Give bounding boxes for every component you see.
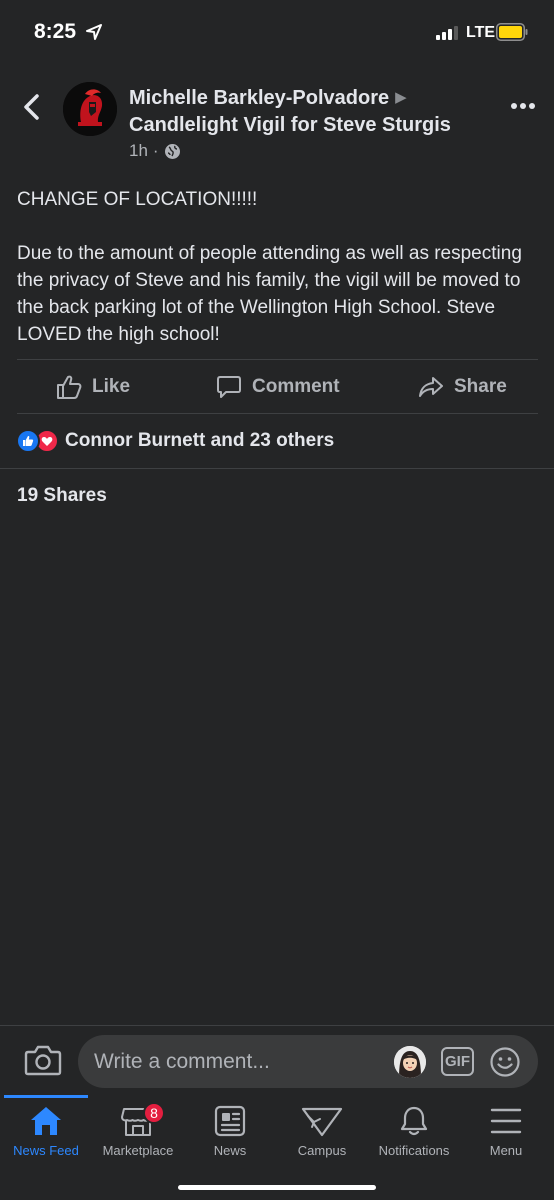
like-label: Like [92,376,131,397]
tab-label: News Feed [13,1143,79,1158]
comment-button[interactable]: Comment [216,362,340,412]
author-avatar[interactable] [63,82,117,136]
author-name[interactable]: Michelle Barkley-Polvadore [129,87,389,109]
post-text: CHANGE OF LOCATION!!!!! Due to the amoun… [17,186,542,375]
post-time[interactable]: 1h [129,141,148,161]
divider [17,359,538,360]
tab-label: Marketplace [102,1143,174,1158]
more-options-icon[interactable] [508,96,538,116]
tab-campus[interactable]: Campus [276,1105,368,1175]
avatar-sticker-icon[interactable] [394,1046,426,1078]
like-reaction-icon [16,429,40,453]
back-icon[interactable] [18,92,46,122]
shares-count[interactable]: 19 Shares [17,485,107,507]
post-page: 8:25 LTE Michelle Barkley-Polvadore ▶ Ca… [0,0,554,1200]
signal-icon [436,26,458,40]
tab-label: Notifications [378,1143,450,1158]
notification-badge: 8 [143,1102,165,1124]
post-text-body: Due to the amount of people attending as… [17,243,522,345]
share-button[interactable]: Share [418,362,507,412]
active-tab-indicator [4,1095,88,1098]
tab-label: Campus [297,1143,347,1158]
tab-news-feed[interactable]: News Feed [0,1105,92,1175]
campus-icon [301,1107,343,1137]
tab-menu[interactable]: Menu [460,1105,552,1175]
share-label: Share [454,376,507,397]
tab-notifications[interactable]: Notifications [368,1105,460,1175]
status-bar: 8:25 LTE [0,0,554,66]
camera-icon[interactable] [24,1043,62,1077]
network-type: LTE [466,24,496,41]
post-meta: 1h · [129,141,181,161]
emoji-icon[interactable] [489,1046,521,1078]
like-button[interactable]: Like [56,362,130,412]
gif-button[interactable]: GIF [441,1047,474,1076]
share-icon [419,377,443,397]
like-icon [57,375,82,399]
news-icon [214,1105,246,1137]
battery-icon [496,23,528,41]
tab-news[interactable]: News [184,1105,276,1175]
group-name[interactable]: Candlelight Vigil for Steve Sturgis [129,114,451,137]
home-icon [31,1107,61,1135]
post-actions: Like Comment Share [0,362,554,412]
comment-input[interactable] [94,1035,394,1088]
status-time: 8:25 [34,20,77,43]
author-line: Michelle Barkley-Polvadore ▶ [129,87,407,110]
globe-icon [164,143,180,159]
bell-icon [400,1106,428,1136]
location-arrow-icon [86,24,102,40]
reactions-summary[interactable]: Connor Burnett and 23 others [16,429,334,453]
menu-icon [490,1108,522,1134]
home-indicator[interactable] [178,1185,376,1190]
comment-composer: GIF [0,1025,554,1095]
comment-icon [217,376,241,398]
reactors-text: Connor Burnett and 23 others [65,430,335,451]
divider [17,413,538,414]
tab-marketplace[interactable]: 8 Marketplace [92,1102,184,1175]
comment-box: GIF [78,1035,538,1088]
meta-separator: · [152,141,159,160]
comment-label: Comment [252,376,340,397]
shared-to-arrow-icon: ▶ [395,89,407,106]
post-text-headline: CHANGE OF LOCATION!!!!! [17,189,258,210]
divider [0,468,554,469]
spartan-logo-icon [63,82,117,136]
tab-label: News [213,1143,247,1158]
tab-label: Menu [489,1143,523,1158]
